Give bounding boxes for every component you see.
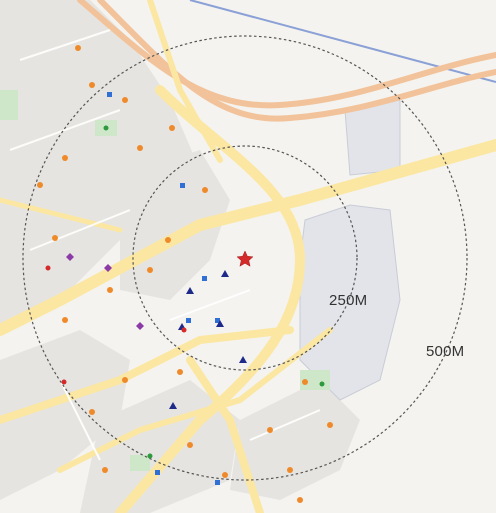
orange-dot-icon[interactable] <box>137 145 143 151</box>
orange-dot-icon[interactable] <box>165 237 171 243</box>
orange-dot-icon[interactable] <box>75 45 81 51</box>
orange-dot-icon[interactable] <box>122 377 128 383</box>
red-dot-icon[interactable] <box>45 265 51 271</box>
orange-dot-icon[interactable] <box>327 422 333 428</box>
green-dot-icon[interactable] <box>147 453 153 459</box>
orange-dot-icon[interactable] <box>122 97 128 103</box>
orange-dot-icon[interactable] <box>187 442 193 448</box>
blue-square-icon[interactable] <box>155 470 160 475</box>
orange-dot-icon[interactable] <box>107 287 113 293</box>
blue-square-icon[interactable] <box>215 480 220 485</box>
orange-dot-icon[interactable] <box>89 409 95 415</box>
park <box>0 90 18 120</box>
green-dot-icon[interactable] <box>103 125 109 131</box>
map-svg <box>0 0 496 513</box>
orange-dot-icon[interactable] <box>147 267 153 273</box>
orange-dot-icon[interactable] <box>177 369 183 375</box>
orange-dot-icon[interactable] <box>62 155 68 161</box>
blue-square-icon[interactable] <box>202 276 207 281</box>
red-dot-icon[interactable] <box>181 327 187 333</box>
orange-dot-icon[interactable] <box>62 317 68 323</box>
red-dot-icon[interactable] <box>61 379 67 385</box>
orange-dot-icon[interactable] <box>302 379 308 385</box>
orange-dot-icon[interactable] <box>267 427 273 433</box>
orange-dot-icon[interactable] <box>202 187 208 193</box>
orange-dot-icon[interactable] <box>297 497 303 503</box>
park <box>130 455 150 471</box>
orange-dot-icon[interactable] <box>52 235 58 241</box>
orange-dot-icon[interactable] <box>287 467 293 473</box>
blue-square-icon[interactable] <box>180 183 185 188</box>
radius-500m-label: 500M <box>426 343 465 360</box>
orange-dot-icon[interactable] <box>102 467 108 473</box>
green-dot-icon[interactable] <box>319 381 325 387</box>
orange-dot-icon[interactable] <box>89 82 95 88</box>
radius-250m-label: 250M <box>329 292 368 309</box>
map-canvas[interactable]: 250M 500M <box>0 0 496 513</box>
orange-dot-icon[interactable] <box>37 182 43 188</box>
orange-dot-icon[interactable] <box>222 472 228 478</box>
orange-dot-icon[interactable] <box>169 125 175 131</box>
blue-square-icon[interactable] <box>107 92 112 97</box>
blue-square-icon[interactable] <box>186 318 191 323</box>
